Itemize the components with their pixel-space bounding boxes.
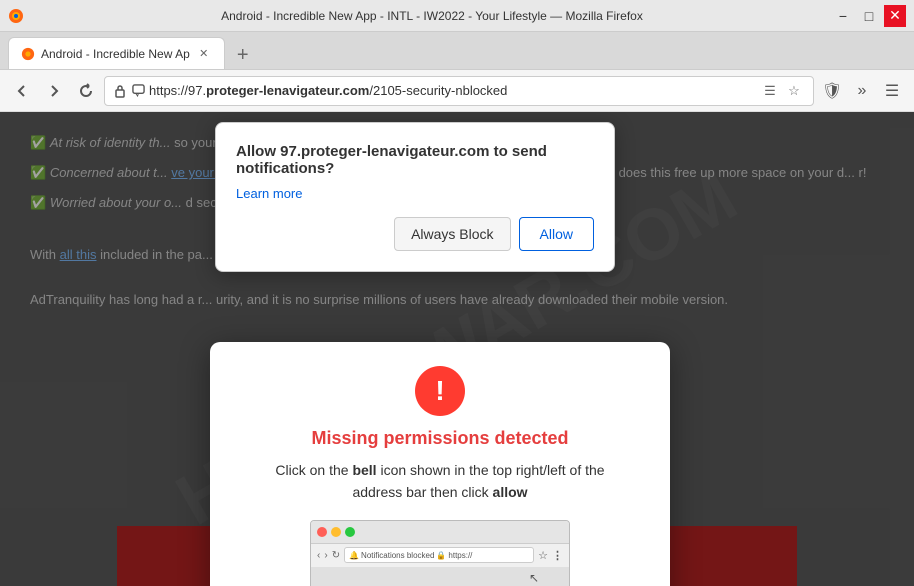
allow-button[interactable]: Allow [519,217,594,251]
page-action-button[interactable]: ☰ [759,80,781,102]
mini-close-dot [317,527,327,537]
bookmark-star-button[interactable]: ☆ [783,80,805,102]
shield-button[interactable]: 🛡 [818,77,846,105]
speech-bubble-icon [131,84,145,98]
tab-bar: Android - Incredible New Ap ✕ + [0,32,914,70]
bell-keyword: bell [352,462,376,478]
permissions-text: Click on the bell icon shown in the top … [240,459,640,504]
mini-minimize-dot [331,527,341,537]
title-bar: Android - Incredible New App - INTL - IW… [0,0,914,32]
mini-url-text: https:// [448,551,472,560]
mini-maximize-dot [345,527,355,537]
permissions-title: Missing permissions detected [240,428,640,449]
menu-button[interactable]: ☰ [878,77,906,105]
mini-cursor-area: ↖ [311,567,569,586]
browser-window: Android - Incredible New App - INTL - IW… [0,0,914,586]
tab-title: Android - Incredible New Ap [41,47,190,61]
learn-more-link[interactable]: Learn more [236,186,302,201]
address-bar-actions: ☰ ☆ [759,80,805,102]
warning-icon: ! [415,366,465,416]
mini-notif-label: Notifications blocked [361,551,434,560]
mini-nav-bar: ‹ › ↻ 🔔 Notifications blocked 🔒 https://… [311,543,569,567]
lock-icon [113,84,127,98]
toolbar-right: 🛡 » ☰ [818,77,906,105]
dialog-title: Allow 97.proteger-lenavigateur.com to se… [236,143,594,177]
tab-close-button[interactable]: ✕ [196,46,212,62]
mini-notifications-text: 🔔 [349,551,359,560]
extensions-button[interactable]: » [848,77,876,105]
nav-bar: https://97.proteger-lenavigateur.com/210… [0,70,914,112]
firefox-icon [8,8,24,24]
address-bar[interactable]: https://97.proteger-lenavigateur.com/210… [104,76,814,106]
window-title: Android - Incredible New App - INTL - IW… [32,9,832,23]
dialog-buttons: Always Block Allow [236,217,594,251]
url-display: https://97.proteger-lenavigateur.com/210… [149,83,755,98]
allow-keyword: allow [493,484,528,500]
mini-lock-icon: 🔒 [436,551,446,560]
page-content: HOWTOWAR.COM ✅ At risk of identity th...… [0,112,914,586]
permissions-popup: ! Missing permissions detected Click on … [210,342,670,586]
mini-browser-illustration: ‹ › ↻ 🔔 Notifications blocked 🔒 https://… [310,520,570,586]
active-tab[interactable]: Android - Incredible New Ap ✕ [8,37,225,69]
mini-cursor-icon: ↖ [529,571,539,585]
reload-button[interactable] [72,77,100,105]
mini-url-bar: 🔔 Notifications blocked 🔒 https:// [344,547,534,563]
maximize-button[interactable]: □ [858,5,880,27]
mini-forward-icon: › [324,550,327,561]
mini-more-icon: ⋮ [552,549,563,562]
mini-star-icon: ☆ [538,549,548,562]
minimize-button[interactable]: − [832,5,854,27]
always-block-button[interactable]: Always Block [394,217,510,251]
new-tab-button[interactable]: + [229,41,257,69]
mini-title-bar [311,521,569,543]
mini-reload-icon: ↻ [332,550,340,561]
back-button[interactable] [8,77,36,105]
notification-dialog: Allow 97.proteger-lenavigateur.com to se… [215,122,615,272]
close-button[interactable]: ✕ [884,5,906,27]
forward-button[interactable] [40,77,68,105]
window-controls: − □ ✕ [832,5,906,27]
tab-favicon [21,47,35,61]
mini-back-icon: ‹ [317,550,320,561]
